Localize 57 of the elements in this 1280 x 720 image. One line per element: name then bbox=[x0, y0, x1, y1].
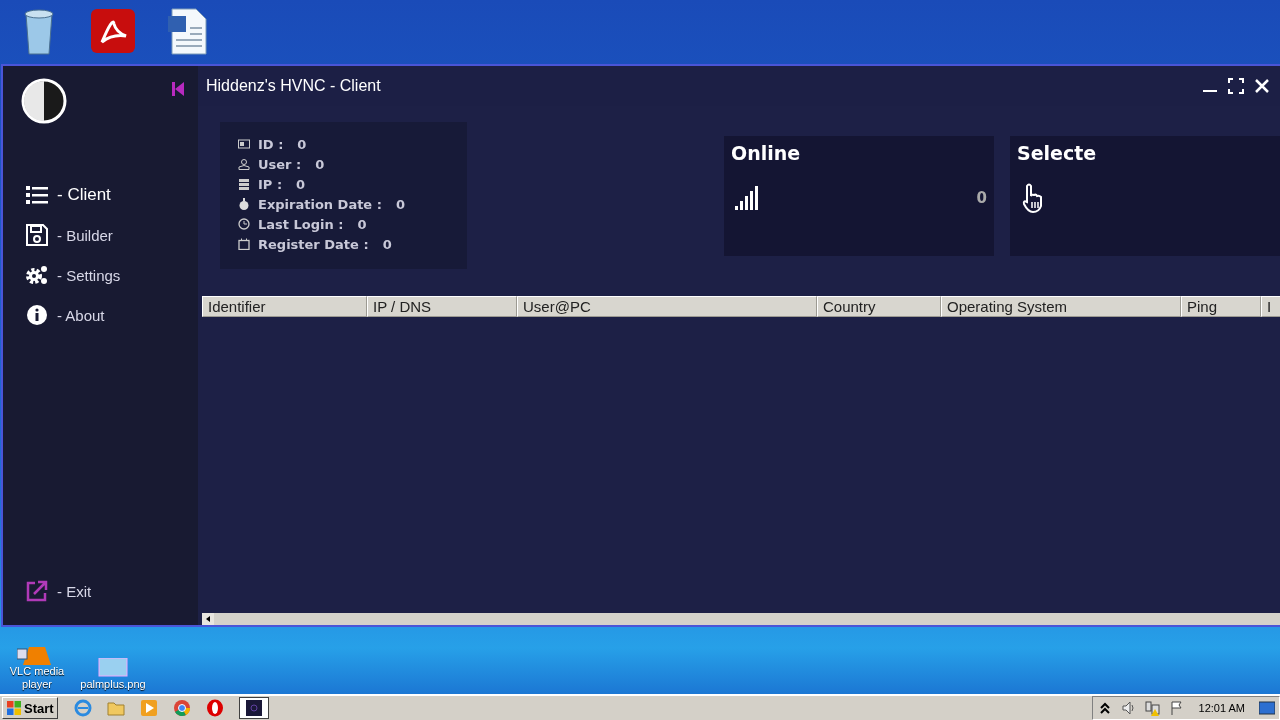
speaker-icon[interactable] bbox=[1120, 700, 1137, 716]
id-card-icon bbox=[238, 138, 250, 150]
pdf-icon[interactable] bbox=[88, 6, 138, 56]
info-label: Expiration Date : bbox=[258, 196, 382, 212]
calendar-icon bbox=[238, 238, 250, 250]
column-header[interactable]: IP / DNS bbox=[367, 296, 517, 317]
column-header[interactable]: Identifier bbox=[202, 296, 367, 317]
info-value: 0 bbox=[315, 156, 325, 172]
column-header[interactable]: Operating System bbox=[941, 296, 1181, 317]
info-value: 0 bbox=[382, 236, 392, 252]
info-value: 0 bbox=[296, 176, 306, 192]
sidebar-item[interactable]: - Settings bbox=[25, 262, 198, 288]
close-icon[interactable] bbox=[1254, 78, 1270, 94]
gears-icon bbox=[25, 263, 49, 287]
server-icon bbox=[238, 178, 250, 190]
online-count: 0 bbox=[976, 189, 987, 207]
desktop-icon-label[interactable]: VLC media player bbox=[4, 665, 70, 691]
card-title: Selecte bbox=[1017, 142, 1098, 164]
horizontal-scrollbar[interactable] bbox=[202, 613, 1280, 625]
windows-logo-icon bbox=[6, 700, 22, 716]
sidebar-item[interactable]: - Client bbox=[25, 182, 198, 208]
external-link-icon bbox=[25, 579, 49, 603]
chrome-icon[interactable] bbox=[172, 699, 191, 717]
scroll-left-icon[interactable] bbox=[202, 613, 214, 625]
info-value: 0 bbox=[297, 136, 307, 152]
list-icon bbox=[25, 183, 49, 207]
info-label: IP : bbox=[258, 176, 283, 192]
start-button[interactable]: Start bbox=[2, 697, 58, 719]
sidebar-item[interactable]: - Builder bbox=[25, 222, 198, 248]
column-header[interactable]: Country bbox=[817, 296, 941, 317]
column-header[interactable]: User@PC bbox=[517, 296, 817, 317]
info-label: Register Date : bbox=[258, 236, 369, 252]
info-value: 0 bbox=[395, 196, 405, 212]
maximize-icon[interactable] bbox=[1228, 78, 1244, 94]
info-label: User : bbox=[258, 156, 302, 172]
stopwatch-icon bbox=[238, 198, 250, 210]
clock[interactable]: 12:01 AM bbox=[1198, 702, 1245, 714]
column-header[interactable]: Ping bbox=[1181, 296, 1261, 317]
window-title: Hiddenz's HVNC - Client bbox=[206, 77, 382, 95]
show-desktop-icon[interactable] bbox=[1259, 700, 1275, 716]
flag-icon[interactable] bbox=[1168, 700, 1185, 716]
app-window-icon[interactable] bbox=[238, 697, 269, 719]
exit-button[interactable]: - Exit bbox=[25, 579, 92, 603]
info-label: ID : bbox=[258, 136, 284, 152]
card-title: Online bbox=[731, 142, 802, 164]
sidebar-item[interactable]: - About bbox=[25, 302, 198, 328]
info-icon bbox=[25, 303, 49, 327]
opera-icon[interactable] bbox=[205, 699, 224, 717]
info-label: Last Login : bbox=[258, 216, 344, 232]
collapse-icon[interactable] bbox=[172, 82, 184, 96]
info-value: 0 bbox=[357, 216, 367, 232]
clock-icon bbox=[238, 218, 250, 230]
column-header[interactable]: I bbox=[1261, 296, 1280, 317]
network-icon[interactable] bbox=[1144, 700, 1161, 716]
user-icon bbox=[238, 158, 250, 170]
avatar-icon bbox=[21, 78, 67, 124]
desktop-icon-label[interactable]: palmplus.png bbox=[80, 678, 146, 691]
